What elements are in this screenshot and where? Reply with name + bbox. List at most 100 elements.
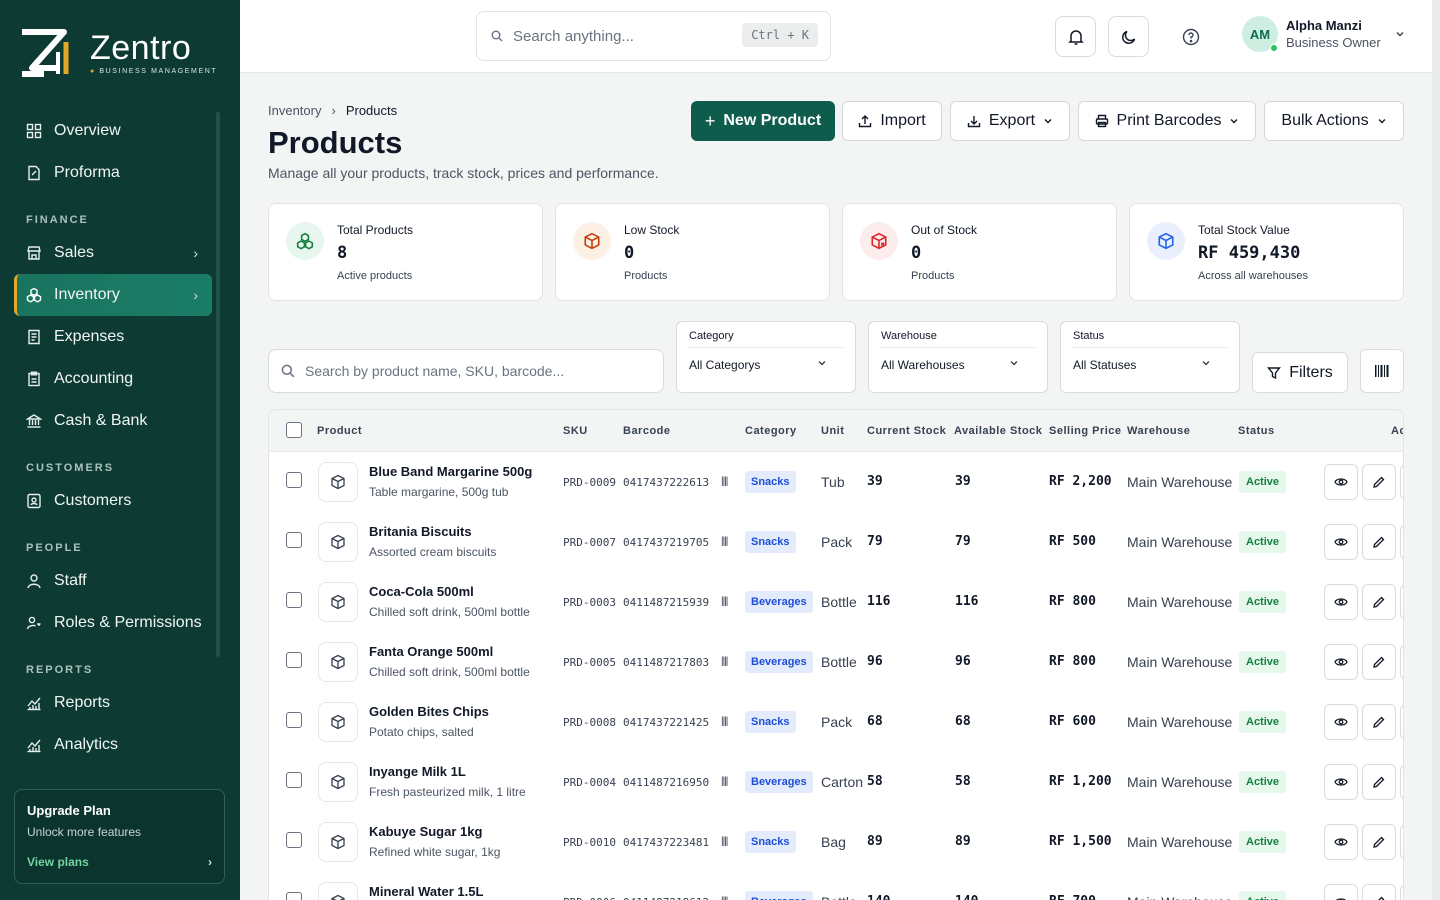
row-checkbox[interactable]	[286, 532, 302, 548]
column-header-category[interactable]: Category	[745, 425, 797, 437]
sidebar-item-expenses[interactable]: Expenses	[14, 316, 212, 358]
more-actions-button[interactable]	[1400, 824, 1403, 860]
print-barcodes-button[interactable]: Print Barcodes	[1078, 101, 1256, 141]
column-header-selling-price[interactable]: Selling Price	[1049, 425, 1122, 437]
sidebar-item-accounting[interactable]: Accounting	[14, 358, 212, 400]
column-header-available-stock[interactable]: Available Stock	[954, 425, 1042, 437]
product-name[interactable]: Coca-Cola 500ml	[369, 584, 474, 599]
column-header-status[interactable]: Status	[1238, 425, 1275, 437]
product-search-input[interactable]: Search by product name, SKU, barcode...	[268, 349, 664, 393]
product-name[interactable]: Blue Band Margarine 500g	[369, 464, 532, 479]
sidebar-item-staff[interactable]: Staff	[14, 560, 212, 602]
column-header-unit[interactable]: Unit	[821, 425, 844, 437]
help-button[interactable]	[1170, 16, 1211, 57]
table-row[interactable]: Kabuye Sugar 1kg Refined white sugar, 1kg…	[269, 812, 1403, 872]
sidebar-item-inventory[interactable]: Inventory ›	[14, 274, 212, 316]
sidebar-item-reports[interactable]: Reports	[14, 682, 212, 724]
more-actions-button[interactable]	[1400, 584, 1403, 620]
warehouse-select[interactable]: Warehouse All Warehouses	[868, 321, 1048, 393]
bulk-actions-button[interactable]: Bulk Actions	[1264, 101, 1404, 141]
edit-button[interactable]	[1362, 584, 1396, 620]
view-plans-link[interactable]: View plans ›	[27, 855, 212, 869]
status-select[interactable]: Status All Statuses	[1060, 321, 1240, 393]
eye-icon	[1334, 655, 1348, 669]
global-search-input[interactable]: Search anything... Ctrl + K	[476, 11, 831, 61]
row-checkbox[interactable]	[286, 472, 302, 488]
row-checkbox[interactable]	[286, 892, 302, 900]
user-menu[interactable]: AM Alpha Manzi Business Owner	[1242, 16, 1405, 52]
table-row[interactable]: Inyange Milk 1L Fresh pasteurized milk, 1…	[269, 752, 1403, 812]
select-all-checkbox[interactable]	[286, 422, 302, 438]
edit-button[interactable]	[1362, 764, 1396, 800]
eye-icon	[1334, 775, 1348, 789]
more-actions-button[interactable]	[1400, 524, 1403, 560]
sidebar-item-roles-permissions[interactable]: Roles & Permissions	[14, 602, 212, 644]
sidebar-scrollbar[interactable]	[216, 112, 220, 657]
edit-button[interactable]	[1362, 884, 1396, 900]
product-name[interactable]: Britania Biscuits	[369, 524, 472, 539]
column-header-barcode[interactable]: Barcode	[623, 425, 671, 437]
view-button[interactable]	[1324, 704, 1358, 740]
export-button[interactable]: Export	[950, 101, 1070, 141]
edit-button[interactable]	[1362, 464, 1396, 500]
row-checkbox[interactable]	[286, 652, 302, 668]
filters-button[interactable]: Filters	[1252, 352, 1348, 393]
breadcrumb-inventory[interactable]: Inventory	[268, 103, 321, 118]
product-name[interactable]: Inyange Milk 1L	[369, 764, 466, 779]
view-button[interactable]	[1324, 764, 1358, 800]
import-button[interactable]: Import	[842, 101, 942, 141]
available-stock: 68	[955, 714, 971, 729]
view-button[interactable]	[1324, 584, 1358, 620]
product-name[interactable]: Mineral Water 1.5L	[369, 884, 483, 899]
column-header-product[interactable]: Product	[317, 425, 362, 437]
edit-button[interactable]	[1362, 524, 1396, 560]
table-row[interactable]: Golden Bites Chips Potato chips, salted PR…	[269, 692, 1403, 752]
sidebar-item-overview[interactable]: Overview	[14, 110, 212, 152]
clipboard-icon	[26, 371, 42, 387]
category-select[interactable]: Category All Categorys	[676, 321, 856, 393]
column-header-current-stock[interactable]: Current Stock	[867, 425, 946, 437]
sidebar-item-customers[interactable]: Customers	[14, 480, 212, 522]
table-row[interactable]: Mineral Water 1.5L PRD-0006 0411487218612 |…	[269, 872, 1403, 900]
theme-toggle-button[interactable]	[1108, 16, 1149, 57]
row-checkbox[interactable]	[286, 592, 302, 608]
view-button[interactable]	[1324, 524, 1358, 560]
edit-button[interactable]	[1362, 824, 1396, 860]
row-checkbox[interactable]	[286, 712, 302, 728]
category-badge: Snacks	[745, 531, 796, 553]
table-row[interactable]: Fanta Orange 500ml Chilled soft drink, 50…	[269, 632, 1403, 692]
sidebar-item-analytics[interactable]: Analytics	[14, 724, 212, 766]
table-row[interactable]: Britania Biscuits Assorted cream biscuits…	[269, 512, 1403, 572]
row-checkbox[interactable]	[286, 772, 302, 788]
search-shortcut-badge: Ctrl + K	[742, 23, 818, 47]
notifications-button[interactable]	[1055, 16, 1096, 57]
more-actions-button[interactable]	[1400, 464, 1403, 500]
table-row[interactable]: Blue Band Margarine 500g Table margarine,…	[269, 452, 1403, 512]
view-button[interactable]	[1324, 884, 1358, 900]
product-name[interactable]: Kabuye Sugar 1kg	[369, 824, 482, 839]
more-actions-button[interactable]	[1400, 764, 1403, 800]
row-checkbox[interactable]	[286, 832, 302, 848]
sidebar-item-proforma[interactable]: Proforma	[14, 152, 212, 194]
product-name[interactable]: Golden Bites Chips	[369, 704, 489, 719]
edit-button[interactable]	[1362, 644, 1396, 680]
more-actions-button[interactable]	[1400, 644, 1403, 680]
available-stock: 116	[955, 594, 979, 609]
table-row[interactable]: Coca-Cola 500ml Chilled soft drink, 500ml…	[269, 572, 1403, 632]
page-scrollbar[interactable]	[1432, 0, 1440, 900]
new-product-button[interactable]: + New Product	[691, 101, 835, 141]
product-name[interactable]: Fanta Orange 500ml	[369, 644, 493, 659]
more-actions-button[interactable]	[1400, 704, 1403, 740]
sidebar-item-cash-bank[interactable]: Cash & Bank	[14, 400, 212, 442]
column-header-warehouse[interactable]: Warehouse	[1127, 425, 1190, 437]
barcode-scan-button[interactable]	[1360, 349, 1404, 393]
product-unit: Bottle	[821, 654, 857, 670]
view-button[interactable]	[1324, 644, 1358, 680]
column-header-sku[interactable]: SKU	[563, 425, 588, 437]
more-actions-button[interactable]	[1400, 884, 1403, 900]
brand-logo[interactable]: Zentro ● BUSINESS MANAGEMENT	[18, 28, 217, 78]
view-button[interactable]	[1324, 464, 1358, 500]
edit-button[interactable]	[1362, 704, 1396, 740]
sidebar-item-sales[interactable]: Sales ›	[14, 232, 212, 274]
view-button[interactable]	[1324, 824, 1358, 860]
